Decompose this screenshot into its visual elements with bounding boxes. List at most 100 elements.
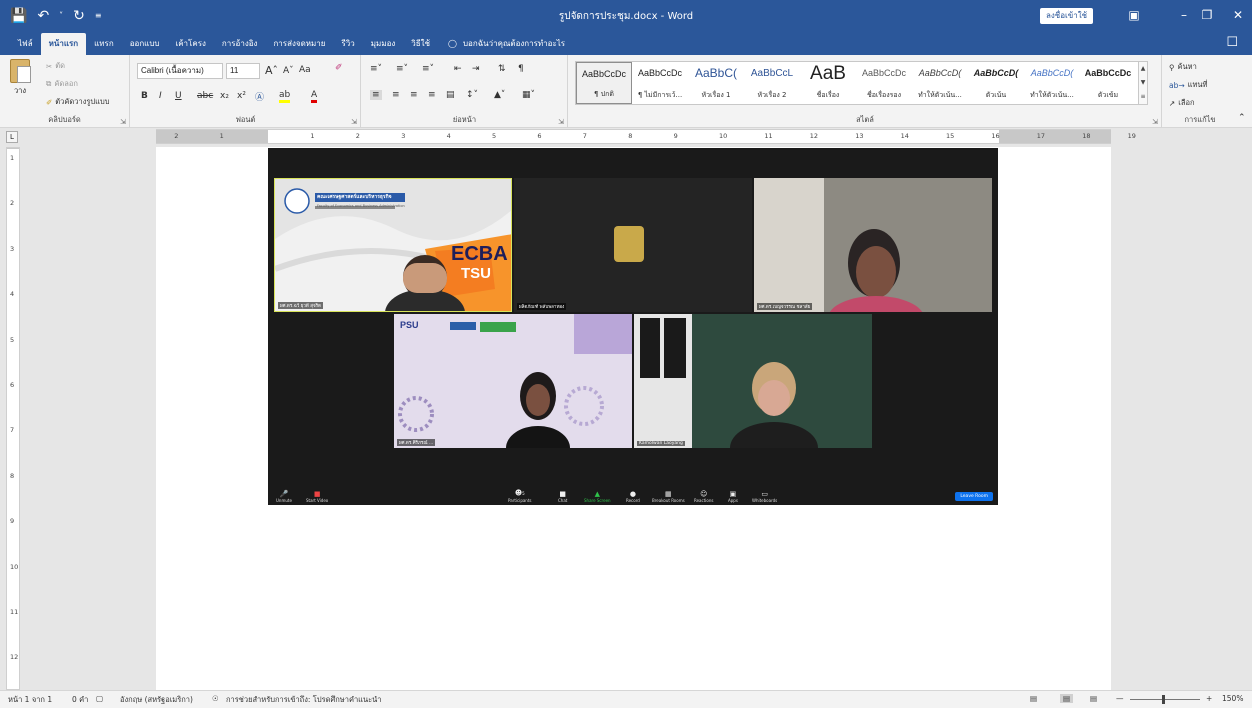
strikethrough-icon[interactable]: abc: [197, 91, 213, 101]
superscript-icon[interactable]: x²: [237, 91, 246, 101]
borders-icon[interactable]: ▦˅: [522, 90, 535, 100]
collapse-ribbon-icon[interactable]: ⌃: [1238, 113, 1246, 123]
italic-icon[interactable]: I: [159, 91, 162, 101]
customize-qat-icon[interactable]: ≡: [95, 11, 102, 20]
tab-file[interactable]: ไฟล์: [10, 33, 41, 55]
video-tile-4: PSU ผศ.ดร.ศิริภรณ์ ...: [394, 314, 632, 448]
font-launcher-icon[interactable]: ⇲: [351, 118, 357, 126]
tab-insert[interactable]: แทรก: [86, 33, 122, 55]
document-page[interactable]: คณะเศรษฐศาสตร์และบริหารธุรกิจ Faculty of…: [156, 147, 1111, 690]
horizontal-ruler[interactable]: 2 1 1 2 3 4 5 6 7 8 9 10 11 12 13 14 15 16 17 18 19: [156, 129, 1136, 144]
style-subtle-emphasis[interactable]: AaBbCcD( ทำให้ตัวเน้น...: [912, 62, 968, 104]
tab-layout[interactable]: เค้าโครง: [167, 33, 213, 55]
style-emphasis[interactable]: AaBbCcD( ตัวเน้น: [968, 62, 1024, 104]
style-strong[interactable]: AaBbCcDc ตัวเข้ม: [1080, 62, 1136, 104]
bold-icon[interactable]: B: [141, 91, 148, 101]
bullets-icon[interactable]: ≡˅: [370, 64, 382, 74]
highlight-icon[interactable]: ab: [279, 90, 291, 103]
text-effects-icon[interactable]: Ⓐ: [255, 90, 264, 103]
select-button[interactable]: ↗ เลือก: [1169, 97, 1195, 109]
ruler-row: L 2 1 1 2 3 4 5 6 7 8 9 10 11 12 13 14 15 16 17 18 19: [0, 128, 1252, 146]
word-count[interactable]: 0 คำ: [72, 694, 88, 706]
accessibility-status[interactable]: การช่วยสำหรับการเข้าถึง: โปรดศึกษาคำแนะน…: [226, 694, 382, 706]
style-name: ¶ ปกติ: [594, 90, 614, 98]
format-painter-button[interactable]: ✐ ตัวคัดวางรูปแบบ: [46, 96, 110, 108]
tab-view[interactable]: มุมมอง: [363, 33, 404, 55]
tab-design[interactable]: ออกแบบ: [122, 33, 168, 55]
decrease-indent-icon[interactable]: ⇤: [454, 64, 462, 74]
undo-icon[interactable]: ↶: [37, 8, 49, 24]
style-sample: AaB: [810, 63, 846, 84]
vertical-ruler[interactable]: 12345678910111213: [6, 147, 20, 707]
underline-icon[interactable]: U: [175, 91, 182, 101]
tab-help[interactable]: วิธีใช้: [403, 33, 438, 55]
line-spacing-icon[interactable]: ↕˅: [466, 90, 478, 100]
style-name: ทำให้ตัวเน้น...: [1030, 91, 1074, 99]
font-color-icon[interactable]: A: [311, 90, 318, 103]
style-heading-1[interactable]: AaBbC( หัวเรื่อง 1: [688, 62, 744, 104]
shrink-font-icon[interactable]: Aˇ: [283, 66, 294, 76]
zoom-level[interactable]: 150%: [1222, 694, 1243, 703]
increase-indent-icon[interactable]: ⇥: [472, 64, 480, 74]
web-layout-icon[interactable]: ▤: [1090, 694, 1097, 703]
style-title[interactable]: AaB ชื่อเรื่อง: [800, 62, 856, 104]
grow-font-icon[interactable]: Aˆ: [265, 64, 278, 77]
paste-button[interactable]: วาง: [8, 59, 32, 97]
sign-in-button[interactable]: ลงชื่อเข้าใช้: [1040, 8, 1094, 24]
distributed-icon[interactable]: ▤: [446, 90, 455, 100]
shading-icon[interactable]: ▲˅: [494, 90, 505, 100]
zoom-slider[interactable]: [1130, 699, 1200, 700]
align-center-icon[interactable]: ≡: [392, 90, 400, 100]
styles-group-label: สไตล์: [856, 115, 874, 124]
font-name-select[interactable]: Calibri (เนื้อความ): [137, 63, 223, 79]
psu-logo-text: PSU: [400, 320, 419, 330]
proofing-icon[interactable]: ▢: [96, 694, 103, 703]
replace-button[interactable]: ab→ แทนที่: [1169, 79, 1208, 91]
clipboard-launcher-icon[interactable]: ⇲: [120, 118, 126, 126]
redo-icon[interactable]: ↻: [73, 8, 85, 24]
tab-references[interactable]: การอ้างอิง: [214, 33, 266, 55]
language-indicator[interactable]: อังกฤษ (สหรัฐอเมริกา): [120, 694, 193, 706]
sort-icon[interactable]: ⇅: [498, 64, 506, 74]
read-mode-icon[interactable]: ▤: [1030, 694, 1037, 703]
tab-selector[interactable]: L: [6, 131, 18, 143]
align-right-icon[interactable]: ≡: [410, 90, 418, 100]
align-left-icon[interactable]: ≡: [370, 90, 382, 100]
clear-formatting-icon[interactable]: ✐: [335, 63, 343, 73]
multilevel-list-icon[interactable]: ≡˅: [422, 64, 434, 74]
style-intense-emphasis[interactable]: AaBbCcD( ทำให้ตัวเน้น...: [1024, 62, 1080, 104]
numbering-icon[interactable]: ≡˅: [396, 64, 408, 74]
copy-button[interactable]: ⧉ คัดลอก: [46, 78, 78, 90]
comments-icon[interactable]: ☐: [1226, 35, 1238, 50]
tab-mailings[interactable]: การส่งจดหมาย: [265, 33, 333, 55]
faculty-title: คณะเศรษฐศาสตร์และบริหารธุรกิจ: [317, 194, 392, 200]
close-button[interactable]: ✕: [1215, 0, 1252, 31]
print-layout-icon[interactable]: ▤: [1060, 694, 1074, 703]
tab-home[interactable]: หน้าแรก: [40, 33, 87, 55]
tab-review[interactable]: รีวิว: [333, 33, 362, 55]
font-size-select[interactable]: 11: [226, 63, 260, 79]
clipboard-group: วาง ✂ ตัด ⧉ คัดลอก ✐ ตัวคัดวางรูปแบบ คลิ…: [0, 55, 130, 128]
ribbon-display-options-icon[interactable]: ▣: [1111, 0, 1157, 31]
style-subtitle[interactable]: AaBbCcDc ชื่อเรื่องรอง: [856, 62, 912, 104]
subscript-icon[interactable]: x₂: [220, 91, 229, 101]
change-case-button[interactable]: Aa: [299, 65, 311, 75]
page-count[interactable]: หน้า 1 จาก 1: [8, 694, 52, 706]
styles-scroll[interactable]: ▲ ▼ ≡: [1138, 61, 1148, 105]
style-no-spacing[interactable]: AaBbCcDc ¶ ไม่มีการเว้...: [632, 62, 688, 104]
cut-button[interactable]: ✂ ตัด: [46, 60, 65, 72]
style-normal[interactable]: AaBbCcDc ¶ ปกติ: [576, 62, 632, 104]
justify-icon[interactable]: ≡: [428, 90, 436, 100]
show-formatting-icon[interactable]: ¶: [518, 64, 524, 74]
chevron-down-icon[interactable]: ˅: [59, 11, 63, 20]
zoom-in-button[interactable]: +: [1206, 694, 1212, 703]
tell-me-search[interactable]: ◯ บอกฉันว่าคุณต้องการทำอะไร: [448, 33, 565, 55]
find-button[interactable]: ⚲ ค้นหา: [1169, 61, 1197, 73]
paragraph-launcher-icon[interactable]: ⇲: [558, 118, 564, 126]
save-icon[interactable]: 💾: [10, 8, 27, 24]
style-heading-2[interactable]: AaBbCcL หัวเรื่อง 2: [744, 62, 800, 104]
zoom-slider-thumb[interactable]: [1162, 695, 1165, 704]
copy-label: คัดลอก: [54, 79, 78, 88]
zoom-out-button[interactable]: —: [1116, 694, 1124, 703]
styles-launcher-icon[interactable]: ⇲: [1152, 118, 1158, 126]
